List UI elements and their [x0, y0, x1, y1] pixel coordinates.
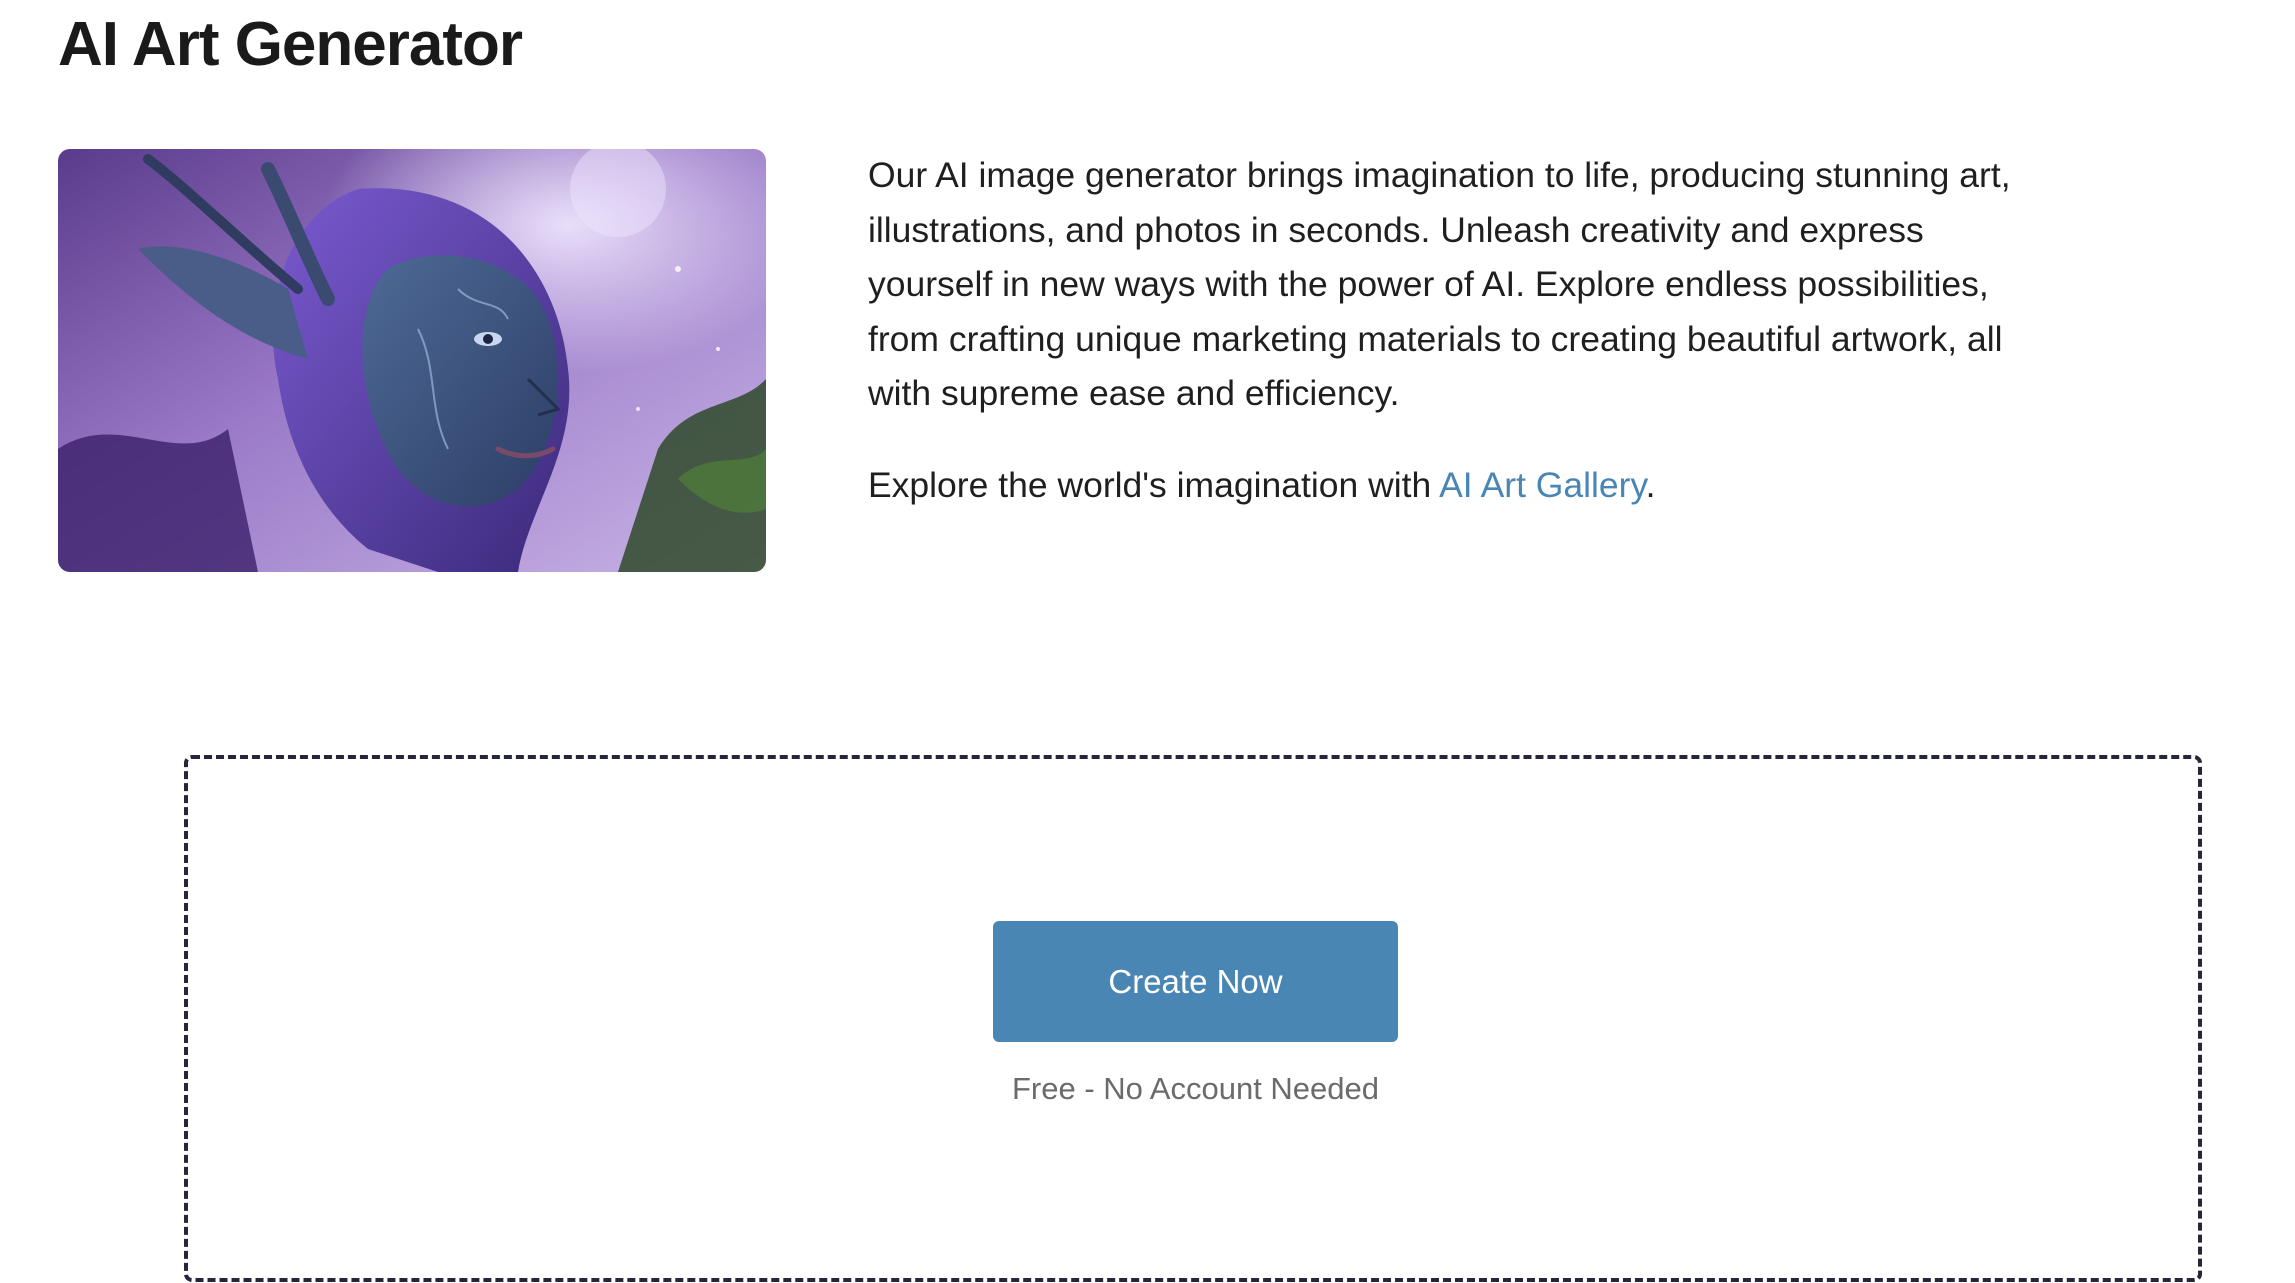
intro-line: from crafting unique marketing materials… [868, 318, 2003, 359]
intro-paragraph: Our AI image generator brings imaginatio… [868, 148, 2068, 421]
ai-art-gallery-link[interactable]: AI Art Gallery [1439, 465, 1645, 505]
page-title: AI Art Generator [58, 10, 523, 79]
create-now-button[interactable]: Create Now [993, 921, 1398, 1042]
explore-prefix: Explore the world's imagination with [868, 464, 1440, 505]
explore-suffix: . [1645, 464, 1656, 505]
intro-text: Our AI image generator brings imaginatio… [868, 148, 2068, 512]
intro-line: with supreme ease and efficiency. [868, 373, 1400, 413]
free-note: Free - No Account Needed [1011, 1071, 1380, 1106]
intro-line: Our AI image generator brings imaginatio… [868, 155, 2011, 195]
hero-image [58, 149, 766, 572]
intro-line: illustrations, and photos in seconds. Un… [868, 209, 1924, 250]
intro-line: yourself in new ways with the power of A… [868, 264, 1989, 304]
explore-paragraph: Explore the world's imagination with AI … [868, 458, 2068, 513]
